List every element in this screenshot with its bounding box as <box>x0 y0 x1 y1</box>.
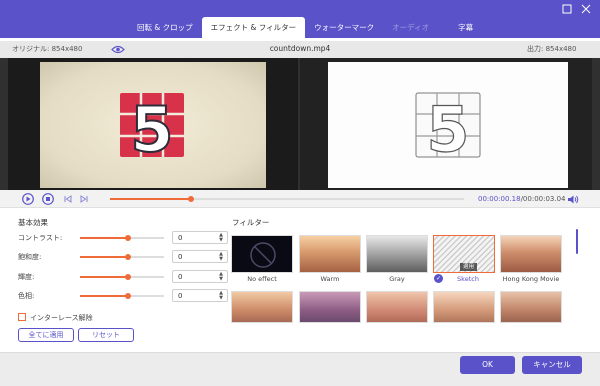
volume-icon[interactable] <box>567 194 579 207</box>
output-resolution: 出力: 854x480 <box>527 45 577 53</box>
output-preview: 5 <box>300 58 592 190</box>
filter-thumbnail[interactable] <box>366 291 428 323</box>
tab-subtitles[interactable]: 字幕 <box>438 17 482 38</box>
maximize-icon[interactable] <box>561 4 573 16</box>
output-frame: 5 <box>328 62 568 188</box>
stepper-arrows-icon[interactable]: ▲ ▼ <box>217 271 225 284</box>
previous-frame-icon[interactable] <box>63 194 73 206</box>
filter-thumbnail[interactable] <box>231 291 293 323</box>
filter-hong-kong-movie[interactable] <box>500 235 562 273</box>
deinterlace-label: インターレース解除 <box>30 314 93 322</box>
total-time: /00:00:03.04 <box>520 195 566 203</box>
tab-watermark[interactable]: ウォーターマーク <box>305 17 383 38</box>
filter-no-effect-label: No effect <box>247 275 277 283</box>
ok-button[interactable]: OK <box>460 356 515 374</box>
brightness-slider[interactable] <box>80 274 164 280</box>
countdown-cube-image: 5 <box>120 92 184 167</box>
filter-thumbnail[interactable] <box>299 291 361 323</box>
countdown-digit: 5 <box>130 93 173 166</box>
time-display: 00:00:00.18/00:00:03.04 <box>478 195 566 203</box>
brightness-label: 輝度: <box>18 273 35 281</box>
filter-gray[interactable] <box>366 235 428 273</box>
timeline-progress <box>110 198 192 200</box>
play-icon[interactable] <box>22 193 34 207</box>
playback-bar: 00:00:00.18/00:00:03.04 <box>0 190 600 208</box>
original-frame: 5 <box>40 62 266 188</box>
filter-warm-label: Warm <box>320 275 340 283</box>
original-preview: 5 <box>8 58 298 190</box>
hue-slider[interactable] <box>80 293 164 299</box>
filter-sketch-label: Sketch <box>457 275 479 283</box>
contrast-label: コントラスト: <box>18 234 63 242</box>
saturation-stepper[interactable]: 0 ▲ ▼ <box>172 250 228 263</box>
sketch-cube-image: 5 <box>415 92 481 167</box>
contrast-stepper[interactable]: 0 ▲ ▼ <box>172 231 228 244</box>
filter-hong-kong-movie-label: Hong Kong Movie <box>502 275 560 283</box>
brightness-value: 0 <box>178 273 183 281</box>
filter-thumbnail[interactable] <box>500 291 562 323</box>
filter-no-effect[interactable] <box>231 235 293 273</box>
hue-stepper[interactable]: 0 ▲ ▼ <box>172 289 228 302</box>
info-bar: オリジナル: 854x480 countdown.mp4 出力: 854x480 <box>0 41 600 58</box>
sketch-digit: 5 <box>426 93 469 166</box>
stepper-arrows-icon[interactable]: ▲ ▼ <box>217 290 225 303</box>
saturation-value: 0 <box>178 253 183 261</box>
tab-bar: 回転 & クロップ エフェクト & フィルター ウォーターマーク オーディオ 字… <box>0 0 600 38</box>
tab-audio[interactable]: オーディオ <box>383 17 438 38</box>
hue-value: 0 <box>178 292 183 300</box>
preview-area: 5 5 <box>0 58 600 190</box>
filters-title: フィルター <box>232 218 270 227</box>
file-name: countdown.mp4 <box>269 44 331 53</box>
saturation-label: 飽和度: <box>18 253 42 261</box>
hue-label: 色相: <box>18 292 35 300</box>
filters-scrollbar[interactable] <box>576 229 578 254</box>
basic-effects-title: 基本効果 <box>18 218 48 227</box>
tab-rotate-crop[interactable]: 回転 & クロップ <box>128 17 202 38</box>
timeline-handle[interactable] <box>188 196 195 202</box>
applied-badge: 適用 <box>460 263 478 271</box>
brightness-stepper[interactable]: 0 ▲ ▼ <box>172 270 228 283</box>
filter-thumbnail[interactable] <box>433 291 495 323</box>
stepper-arrows-icon[interactable]: ▲ ▼ <box>217 251 225 264</box>
current-time: 00:00:00.18 <box>478 195 521 203</box>
stepper-arrows-icon[interactable]: ▲ ▼ <box>217 232 225 245</box>
contrast-value: 0 <box>178 234 183 242</box>
apply-all-button[interactable]: 全てに適用 <box>18 328 74 342</box>
filter-gray-label: Gray <box>389 275 405 283</box>
stop-icon[interactable] <box>42 193 54 207</box>
no-effect-icon <box>250 242 276 268</box>
filter-warm[interactable] <box>299 235 361 273</box>
deinterlace-checkbox[interactable] <box>18 313 26 321</box>
reset-button[interactable]: リセット <box>78 328 134 342</box>
contrast-slider[interactable] <box>80 235 164 241</box>
close-icon[interactable] <box>580 4 592 16</box>
timeline-slider[interactable] <box>110 196 464 202</box>
next-frame-icon[interactable] <box>79 194 89 206</box>
cancel-button[interactable]: キャンセル <box>522 356 582 374</box>
tab-effects-filters[interactable]: エフェクト & フィルター <box>201 17 306 38</box>
saturation-slider[interactable] <box>80 254 164 260</box>
